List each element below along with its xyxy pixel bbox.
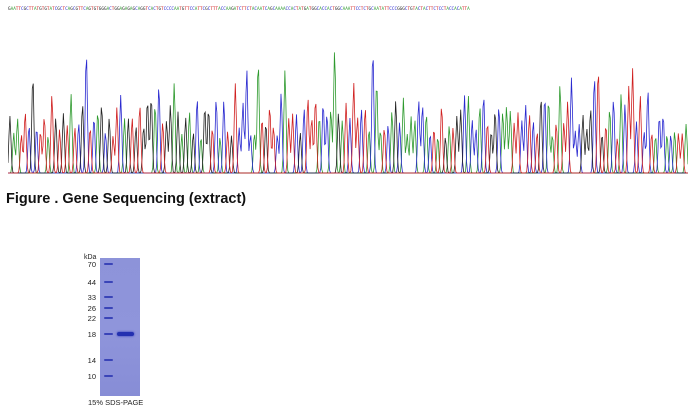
marker-label-26: 26 [87, 304, 96, 313]
sds-page-gel-figure: kDa 15% SDS-PAGE 70 44 33 26 22 18 14 10 [60, 254, 180, 410]
marker-label-70: 70 [87, 260, 96, 269]
sequence-text: GAATTCGCTTATGTGTATCGCTCAGCGTTCAGTGTGGGAC… [8, 7, 470, 12]
trace-T [8, 68, 688, 174]
ladder-band-10 [104, 375, 113, 377]
ladder-band-14 [104, 359, 113, 361]
gel-caption: 15% SDS-PAGE [88, 398, 144, 407]
ladder-band-33 [104, 296, 113, 298]
marker-label-10: 10 [87, 372, 96, 381]
ladder-band-26 [104, 307, 113, 309]
marker-label-14: 14 [87, 356, 96, 365]
gel-image [100, 258, 140, 396]
figure-caption: Figure . Gene Sequencing (extract) [6, 191, 247, 207]
marker-label-22: 22 [87, 314, 96, 323]
ladder-band-18 [104, 333, 113, 335]
marker-label-18: 18 [87, 330, 96, 339]
marker-label-44: 44 [87, 278, 96, 287]
marker-label-33: 33 [87, 293, 96, 302]
sequencing-chromatogram [8, 52, 688, 174]
ladder-band-70 [104, 263, 113, 265]
ladder-band-44 [104, 281, 113, 283]
ladder-band-22 [104, 317, 113, 319]
sample-protein-band [117, 332, 134, 336]
